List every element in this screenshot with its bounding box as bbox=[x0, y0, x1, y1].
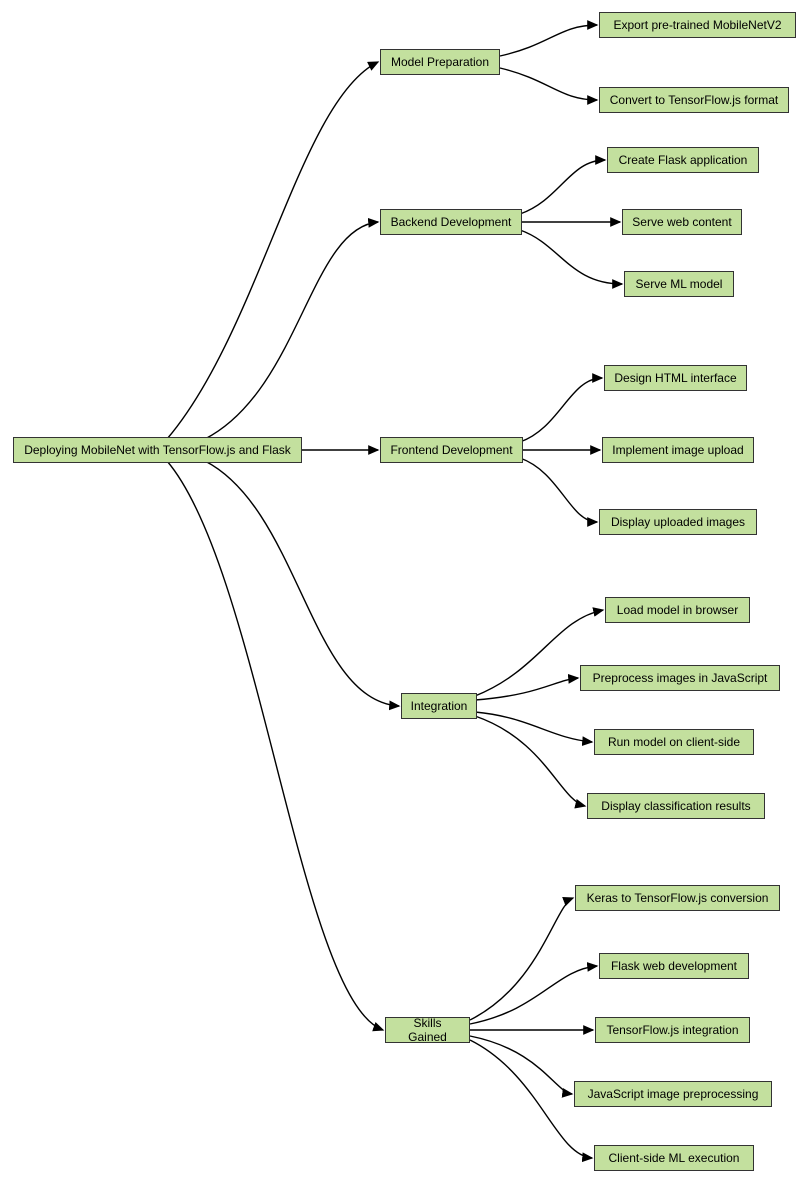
root-label: Deploying MobileNet with TensorFlow.js a… bbox=[24, 443, 291, 457]
leaf-label: Serve web content bbox=[632, 215, 731, 229]
leaf-label: Display classification results bbox=[601, 799, 750, 813]
leaf-label: Implement image upload bbox=[612, 443, 743, 457]
leaf-create-flask: Create Flask application bbox=[607, 147, 759, 173]
branch-label: Frontend Development bbox=[390, 443, 512, 457]
leaf-label: Flask web development bbox=[611, 959, 737, 973]
leaf-label: Export pre-trained MobileNetV2 bbox=[613, 18, 781, 32]
leaf-label: Run model on client-side bbox=[608, 735, 740, 749]
leaf-label: Client-side ML execution bbox=[609, 1151, 740, 1165]
branch-frontend-development: Frontend Development bbox=[380, 437, 523, 463]
leaf-label: Load model in browser bbox=[617, 603, 738, 617]
branch-label: Integration bbox=[411, 699, 468, 713]
branch-label: Skills Gained bbox=[394, 1016, 461, 1045]
branch-skills-gained: Skills Gained bbox=[385, 1017, 470, 1043]
root-node: Deploying MobileNet with TensorFlow.js a… bbox=[13, 437, 302, 463]
leaf-display-uploaded: Display uploaded images bbox=[599, 509, 757, 535]
branch-backend-development: Backend Development bbox=[380, 209, 522, 235]
branch-integration: Integration bbox=[401, 693, 477, 719]
leaf-serve-ml-model: Serve ML model bbox=[624, 271, 734, 297]
leaf-tfjs-integration: TensorFlow.js integration bbox=[595, 1017, 750, 1043]
leaf-run-client-side: Run model on client-side bbox=[594, 729, 754, 755]
leaf-serve-web: Serve web content bbox=[622, 209, 742, 235]
leaf-load-model-browser: Load model in browser bbox=[605, 597, 750, 623]
leaf-label: Preprocess images in JavaScript bbox=[593, 671, 768, 685]
leaf-flask-web-dev: Flask web development bbox=[599, 953, 749, 979]
leaf-label: Keras to TensorFlow.js conversion bbox=[587, 891, 769, 905]
leaf-image-upload: Implement image upload bbox=[602, 437, 754, 463]
leaf-js-image-preprocessing: JavaScript image preprocessing bbox=[574, 1081, 772, 1107]
branch-model-preparation: Model Preparation bbox=[380, 49, 500, 75]
leaf-label: JavaScript image preprocessing bbox=[588, 1087, 759, 1101]
leaf-export-mobilenet: Export pre-trained MobileNetV2 bbox=[599, 12, 796, 38]
branch-label: Backend Development bbox=[391, 215, 512, 229]
leaf-client-side-ml: Client-side ML execution bbox=[594, 1145, 754, 1171]
leaf-display-results: Display classification results bbox=[587, 793, 765, 819]
leaf-label: Display uploaded images bbox=[611, 515, 745, 529]
leaf-label: Serve ML model bbox=[636, 277, 723, 291]
leaf-convert-tfjs: Convert to TensorFlow.js format bbox=[599, 87, 789, 113]
leaf-keras-tfjs-conversion: Keras to TensorFlow.js conversion bbox=[575, 885, 780, 911]
leaf-design-html: Design HTML interface bbox=[604, 365, 747, 391]
leaf-label: Design HTML interface bbox=[614, 371, 736, 385]
leaf-preprocess-js: Preprocess images in JavaScript bbox=[580, 665, 780, 691]
leaf-label: Convert to TensorFlow.js format bbox=[610, 93, 779, 107]
leaf-label: Create Flask application bbox=[619, 153, 748, 167]
leaf-label: TensorFlow.js integration bbox=[606, 1023, 738, 1037]
branch-label: Model Preparation bbox=[391, 55, 489, 69]
